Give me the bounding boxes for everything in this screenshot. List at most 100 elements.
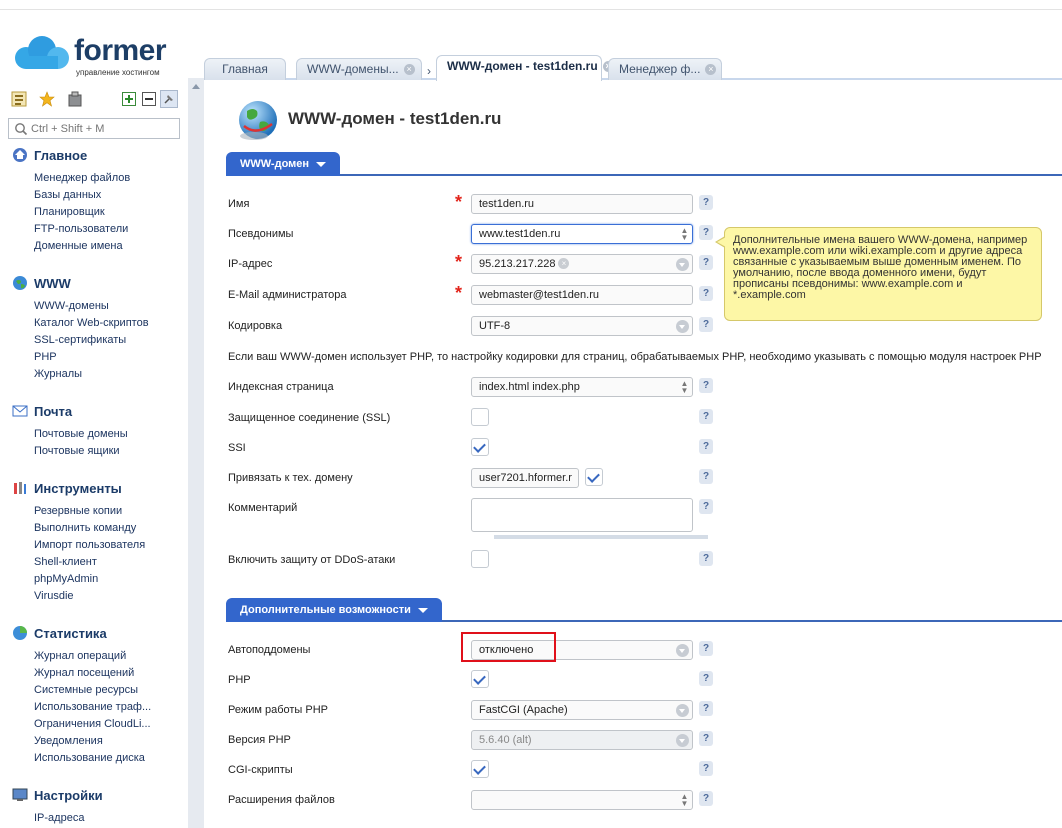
help-icon[interactable]: ? [699, 701, 713, 716]
sidebar-group-header[interactable]: Инструменты [12, 479, 145, 497]
sidebar-item[interactable]: Использование диска [34, 750, 151, 767]
sidebar-item[interactable]: Системные ресурсы [34, 682, 151, 699]
help-icon[interactable]: ? [699, 286, 713, 301]
dropdown-icon[interactable] [676, 644, 689, 657]
resize-arrows-icon[interactable]: ▲ ▼ [680, 380, 689, 395]
favorites-star-icon[interactable] [38, 90, 56, 108]
dropdown-icon[interactable] [676, 258, 689, 271]
clipboard-icon[interactable] [66, 90, 84, 108]
tab-main[interactable]: Главная [204, 58, 286, 80]
sidebar-item[interactable]: Уведомления [34, 733, 151, 750]
help-icon[interactable]: ? [699, 317, 713, 332]
tab-file-manager[interactable]: Менеджер ф... × [608, 58, 722, 80]
php-checkbox[interactable] [471, 670, 489, 688]
help-icon[interactable]: ? [699, 731, 713, 746]
sidebar-item[interactable]: PHP [34, 349, 149, 366]
dropdown-icon[interactable] [676, 734, 689, 747]
sidebar-item[interactable]: SSL-сертификаты [34, 332, 149, 349]
expand-all-icon[interactable] [120, 90, 138, 108]
tree-view-icon[interactable] [10, 90, 28, 108]
dropdown-icon[interactable] [676, 320, 689, 333]
close-tab-icon[interactable]: × [403, 64, 415, 76]
sidebar-item[interactable]: Журнал посещений [34, 665, 151, 682]
help-icon[interactable]: ? [699, 255, 713, 270]
row-php: PHP ? [228, 670, 738, 692]
sidebar-group-header[interactable]: Почта [12, 402, 128, 420]
help-icon[interactable]: ? [699, 195, 713, 210]
help-icon[interactable]: ? [699, 499, 713, 514]
dropdown-icon[interactable] [676, 704, 689, 717]
sidebar-item[interactable]: Журнал операций [34, 648, 151, 665]
sidebar-item[interactable]: Использование траф... [34, 699, 151, 716]
help-icon[interactable]: ? [699, 409, 713, 424]
sidebar-item[interactable]: Почтовые домены [34, 426, 128, 443]
sidebar-group-header[interactable]: Статистика [12, 624, 151, 642]
sidebar-item[interactable]: Резервные копии [34, 503, 145, 520]
email-field[interactable]: webmaster@test1den.ru [471, 285, 693, 305]
ddos-checkbox[interactable] [471, 550, 489, 568]
cgi-checkbox[interactable] [471, 760, 489, 778]
comment-textarea[interactable] [471, 498, 693, 532]
sidebar-item[interactable]: FTP-пользователи [34, 221, 130, 238]
sidebar-item[interactable]: Доменные имена [34, 238, 130, 255]
sidebar-scrollbar[interactable] [188, 78, 204, 828]
chevron-down-icon [417, 607, 428, 613]
remove-chip-icon[interactable]: × [558, 258, 570, 269]
techdomain-checkbox[interactable] [585, 468, 603, 486]
close-tab-icon[interactable]: × [705, 64, 717, 76]
ssl-checkbox[interactable] [471, 408, 489, 426]
sidebar-item[interactable]: phpMyAdmin [34, 571, 145, 588]
help-icon[interactable]: ? [699, 671, 713, 686]
sidebar-item[interactable]: WWW-домены [34, 298, 149, 315]
field-label: Расширения файлов [228, 794, 464, 806]
resize-arrows-icon[interactable]: ▲ ▼ [680, 227, 689, 242]
sidebar-item[interactable]: Журналы [34, 366, 149, 383]
sidebar-group-title: Инструменты [34, 480, 122, 496]
resize-arrows-icon[interactable]: ▲ ▼ [680, 793, 689, 808]
sidebar-group-header[interactable]: WWW [12, 274, 149, 292]
sidebar-group-header[interactable]: Настройки [12, 786, 103, 804]
sidebar-item[interactable]: Импорт пользователя [34, 537, 145, 554]
sidebar-item[interactable]: Базы данных [34, 187, 130, 204]
sidebar-item[interactable]: Ограничения CloudLi... [34, 716, 151, 733]
sidebar-group-header[interactable]: Главное [12, 146, 130, 164]
section-toggle-extra[interactable]: Дополнительные возможности [226, 598, 442, 622]
phpmode-select[interactable]: FastCGI (Apache) [471, 700, 693, 720]
sidebar-item[interactable]: Почтовые ящики [34, 443, 128, 460]
sidebar-item[interactable]: Shell-клиент [34, 554, 145, 571]
tab-www-domains[interactable]: WWW-домены... × [296, 58, 422, 80]
ip-select[interactable]: 95.213.217.228 × [471, 254, 693, 274]
index-field[interactable]: index.html index.php ▲ ▼ [471, 377, 693, 397]
field-label: Индексная страница [228, 381, 464, 393]
field-label: CGI-скрипты [228, 764, 464, 776]
help-icon[interactable]: ? [699, 641, 713, 656]
phpver-select[interactable]: 5.6.40 (alt) [471, 730, 693, 750]
help-icon[interactable]: ? [699, 378, 713, 393]
textarea-scrollbar[interactable] [494, 535, 708, 539]
help-icon[interactable]: ? [699, 551, 713, 566]
help-icon[interactable]: ? [699, 439, 713, 454]
tab-www-domain-edit[interactable]: WWW-домен - test1den.ru× [436, 55, 614, 81]
encoding-select[interactable]: UTF-8 [471, 316, 693, 336]
techdomain-field[interactable]: user7201.hformer.r [471, 468, 579, 488]
collapse-all-icon[interactable] [140, 90, 158, 108]
help-icon[interactable]: ? [699, 469, 713, 484]
sidebar-item[interactable]: Менеджер файлов [34, 170, 130, 187]
sidebar-item[interactable]: Каталог Web-скриптов [34, 315, 149, 332]
help-icon[interactable]: ? [699, 791, 713, 806]
ext-field[interactable]: ▲ ▼ [471, 790, 693, 810]
sidebar-item[interactable]: IP-адреса [34, 810, 103, 827]
aliases-field[interactable]: www.test1den.ru ▲ ▼ [471, 224, 693, 244]
help-icon[interactable]: ? [699, 225, 713, 240]
name-field[interactable]: test1den.ru [471, 194, 693, 214]
ssi-checkbox[interactable] [471, 438, 489, 456]
scroll-up-icon[interactable] [192, 84, 200, 89]
sidebar-item[interactable]: Выполнить команду [34, 520, 145, 537]
sidebar-item[interactable]: Virusdie [34, 588, 145, 605]
pin-icon[interactable] [160, 90, 178, 108]
sidebar-item[interactable]: Планировщик [34, 204, 130, 221]
search-input[interactable] [31, 121, 176, 136]
section-title: WWW-домен [240, 158, 310, 170]
help-icon[interactable]: ? [699, 761, 713, 776]
section-toggle-www-domain[interactable]: WWW-домен [226, 152, 341, 176]
